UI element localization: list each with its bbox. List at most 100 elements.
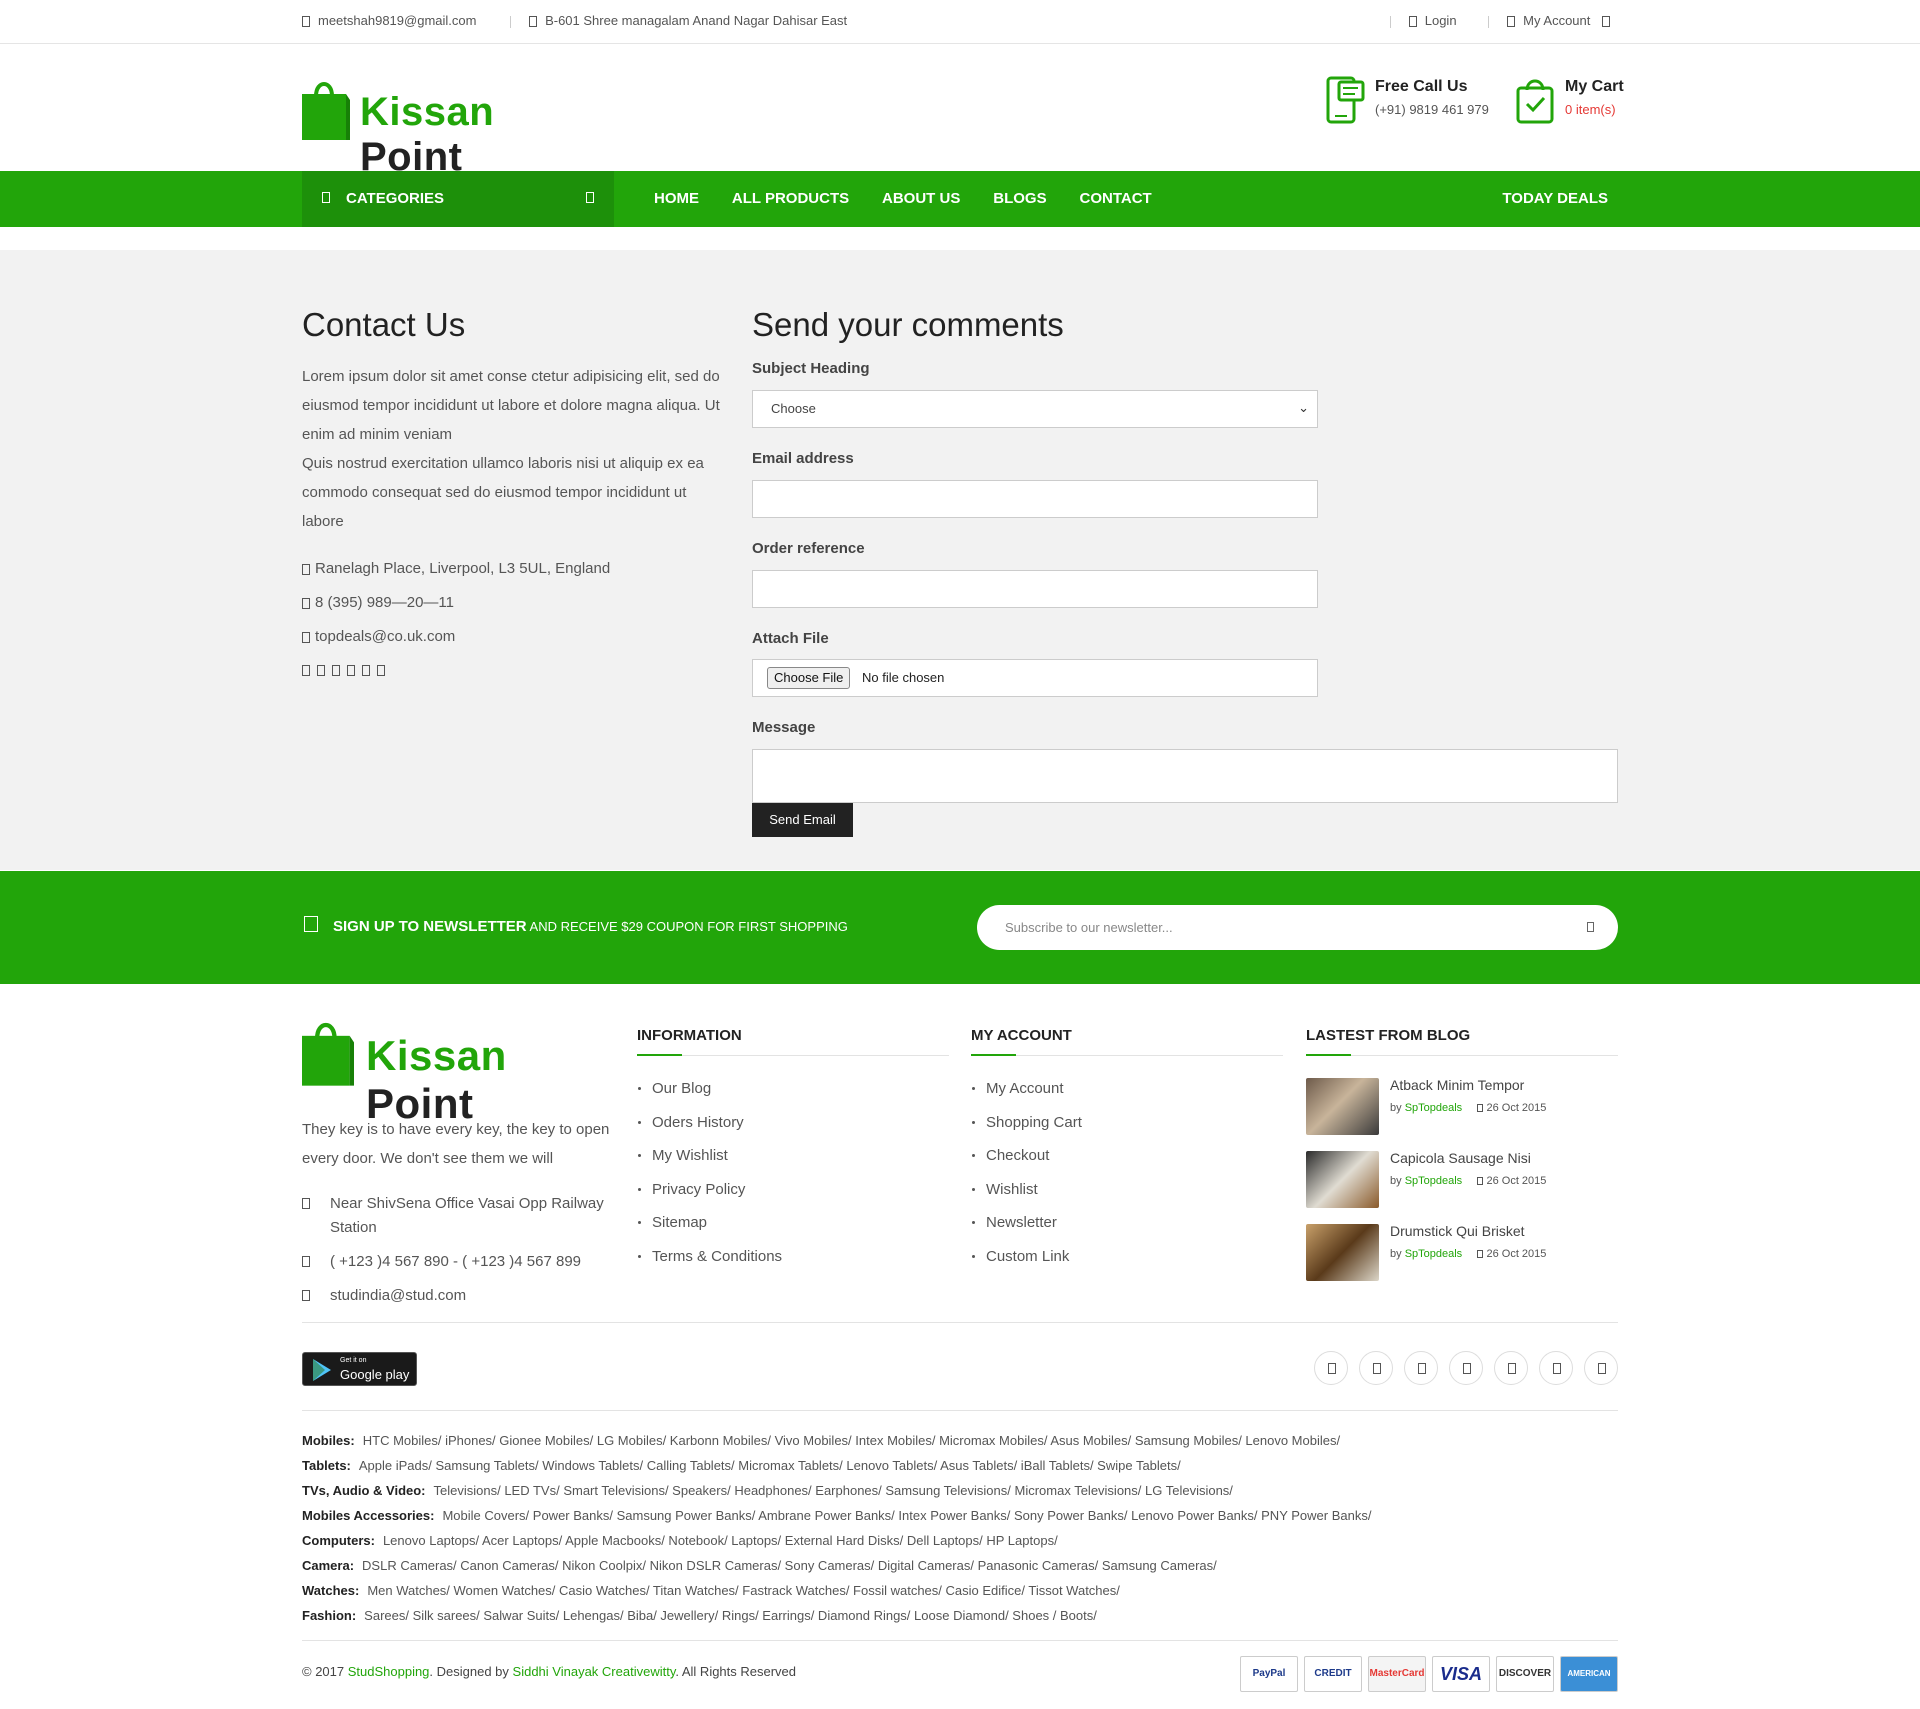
contact-email[interactable]: topdeals@co.uk.com	[302, 620, 610, 654]
link-row-watches[interactable]: Watches: Men Watches/ Women Watches/ Casi…	[302, 1578, 1618, 1603]
call-number: (+91) 9819 461 979	[1375, 102, 1489, 117]
location-icon	[529, 16, 538, 28]
contact-title: Contact Us	[302, 306, 466, 343]
form-title: Send your comments	[752, 306, 1064, 343]
link-row-accessories[interactable]: Mobiles Accessories: Mobile Covers/ Power…	[302, 1503, 1618, 1528]
blog-post-meta: by SpTopdeals 26 Oct 2015	[1390, 1175, 1547, 1187]
message-textarea[interactable]	[752, 749, 1618, 803]
pinterest-icon[interactable]	[347, 665, 355, 676]
footer-link-my-account[interactable]: My Account	[971, 1072, 1283, 1106]
designer-link[interactable]: Siddhi Vinayak Creativewitty	[513, 1664, 676, 1679]
phone-icon	[302, 597, 310, 609]
google-plus-icon[interactable]	[332, 665, 340, 676]
footer-description: They key is to have every key, the key t…	[302, 1121, 610, 1167]
user-icon	[1507, 16, 1516, 28]
email-field[interactable]	[752, 480, 1318, 518]
brand-link[interactable]: StudShopping	[348, 1664, 430, 1679]
google-plus-icon[interactable]	[1404, 1351, 1438, 1385]
footer-link-terms[interactable]: Terms & Conditions	[637, 1240, 949, 1274]
google-play-badge[interactable]: Get it on Google play	[302, 1352, 417, 1386]
blog-post-title[interactable]: Capicola Sausage Nisi	[1390, 1150, 1531, 1166]
blog-post-title[interactable]: Drumstick Qui Brisket	[1390, 1223, 1525, 1239]
chevron-down-icon	[586, 192, 594, 203]
message-label: Message	[752, 719, 816, 736]
copyright: © 2017 StudShopping. Designed by Siddhi …	[302, 1664, 797, 1679]
facebook-icon[interactable]	[302, 665, 310, 676]
footer-link-privacy-policy[interactable]: Privacy Policy	[637, 1173, 949, 1207]
nav-about-us[interactable]: ABOUT US	[882, 190, 960, 207]
cart-bag-icon	[1516, 79, 1554, 124]
nav-all-products[interactable]: ALL PRODUCTS	[732, 190, 849, 207]
no-file-text: No file chosen	[862, 670, 945, 685]
contact-intro: Lorem ipsum dolor sit amet conse ctetur …	[302, 368, 720, 530]
my-cart-block[interactable]: My Cart 0 item(s)	[1515, 76, 1624, 127]
discover-icon: DISCOVER	[1496, 1656, 1554, 1692]
send-email-button[interactable]: Send Email	[752, 803, 853, 837]
newsletter-bar: SIGN UP TO NEWSLETTER AND RECEIVE $29 CO…	[0, 871, 1920, 984]
blog-post[interactable]: Capicola Sausage Nisi by SpTopdeals 26 O…	[1306, 1145, 1618, 1218]
mail-icon	[302, 631, 310, 643]
linkedin-icon[interactable]	[362, 665, 370, 676]
newsletter-input[interactable]: Subscribe to our newsletter...	[977, 905, 1618, 950]
footer-link-checkout[interactable]: Checkout	[971, 1139, 1283, 1173]
link-row-tablets[interactable]: Tablets: Apple iPads/ Samsung Tablets/ Wi…	[302, 1453, 1618, 1478]
categories-menu[interactable]: CATEGORIES	[302, 171, 614, 227]
link-row-tvs[interactable]: TVs, Audio & Video: Televisions/ LED TVs/…	[302, 1478, 1618, 1503]
twitter-icon[interactable]	[317, 665, 325, 676]
footer-link-custom-link[interactable]: Custom Link	[971, 1240, 1283, 1274]
email-label: Email address	[752, 450, 854, 467]
logo-word-kissan: Kissan	[360, 90, 495, 134]
file-input[interactable]: Choose File No file chosen	[752, 659, 1318, 697]
blog-post[interactable]: Atback Minim Tempor by SpTopdeals 26 Oct…	[1306, 1072, 1618, 1145]
youtube-icon[interactable]	[1584, 1351, 1618, 1385]
instagram-icon[interactable]	[1449, 1351, 1483, 1385]
top-email[interactable]: meetshah9819@gmail.com	[302, 13, 476, 28]
blog-post-title[interactable]: Atback Minim Tempor	[1390, 1077, 1524, 1093]
footer-link-newsletter[interactable]: Newsletter	[971, 1206, 1283, 1240]
american-express-icon: AMERICAN EXPRESS	[1560, 1656, 1618, 1692]
nav-today-deals[interactable]: TODAY DEALS	[1502, 190, 1608, 207]
footer-link-shopping-cart[interactable]: Shopping Cart	[971, 1106, 1283, 1140]
footer-address: Near ShivSena Office Vasai Opp Railway S…	[302, 1192, 622, 1240]
divider	[302, 1410, 1618, 1411]
divider	[302, 1322, 1618, 1323]
footer-my-account: MY ACCOUNT My Account Shopping Cart Chec…	[971, 1027, 1283, 1273]
send-icon[interactable]	[1587, 922, 1594, 932]
shopping-bag-logo-icon	[302, 82, 350, 140]
blog-thumbnail[interactable]	[1306, 1224, 1379, 1281]
blog-post[interactable]: Drumstick Qui Brisket by SpTopdeals 26 O…	[1306, 1218, 1618, 1291]
login-link[interactable]: Login	[1389, 13, 1457, 28]
footer-link-my-wishlist[interactable]: My Wishlist	[637, 1139, 949, 1173]
link-row-mobiles[interactable]: Mobiles: HTC Mobiles/ iPhones/ Gionee Mob…	[302, 1428, 1618, 1453]
nav-home[interactable]: HOME	[654, 190, 699, 207]
site-logo[interactable]: Kissan Point	[302, 76, 592, 179]
pinterest-icon[interactable]	[1494, 1351, 1528, 1385]
twitter-icon[interactable]	[1359, 1351, 1393, 1385]
footer-contact: Near ShivSena Office Vasai Opp Railway S…	[302, 1192, 622, 1318]
footer-link-our-blog[interactable]: Our Blog	[637, 1072, 949, 1106]
choose-file-button[interactable]: Choose File	[767, 667, 851, 689]
chevron-down-icon	[1602, 16, 1610, 28]
footer-link-orders-history[interactable]: Oders History	[637, 1106, 949, 1140]
footer-link-sitemap[interactable]: Sitemap	[637, 1206, 949, 1240]
nav-blogs[interactable]: BLOGS	[993, 190, 1046, 207]
linkedin-icon[interactable]	[1539, 1351, 1573, 1385]
blog-thumbnail[interactable]	[1306, 1151, 1379, 1208]
information-heading: INFORMATION	[637, 1027, 949, 1056]
footer-logo[interactable]: Kissan Point	[302, 1016, 622, 1127]
link-row-computers[interactable]: Computers: Lenovo Laptops/ Acer Laptops/ …	[302, 1528, 1618, 1553]
footer-link-wishlist[interactable]: Wishlist	[971, 1173, 1283, 1207]
facebook-icon[interactable]	[1314, 1351, 1348, 1385]
free-call-block[interactable]: Free Call Us (+91) 9819 461 979	[1325, 76, 1489, 127]
link-row-camera[interactable]: Camera: DSLR Cameras/ Canon Cameras/ Niko…	[302, 1553, 1618, 1578]
phone-chat-icon	[1326, 76, 1365, 124]
my-account-dropdown[interactable]: My Account	[1488, 13, 1618, 28]
rss-icon[interactable]	[377, 665, 385, 676]
order-reference-field[interactable]	[752, 570, 1318, 608]
link-row-fashion[interactable]: Fashion: Sarees/ Silk sarees/ Salwar Suit…	[302, 1603, 1618, 1628]
nav-contact[interactable]: CONTACT	[1079, 190, 1151, 207]
subject-select[interactable]: Choose ⌄	[752, 390, 1318, 428]
blog-thumbnail[interactable]	[1306, 1078, 1379, 1135]
calendar-icon	[1477, 1104, 1484, 1113]
footer-email[interactable]: studindia@stud.com	[302, 1284, 622, 1308]
